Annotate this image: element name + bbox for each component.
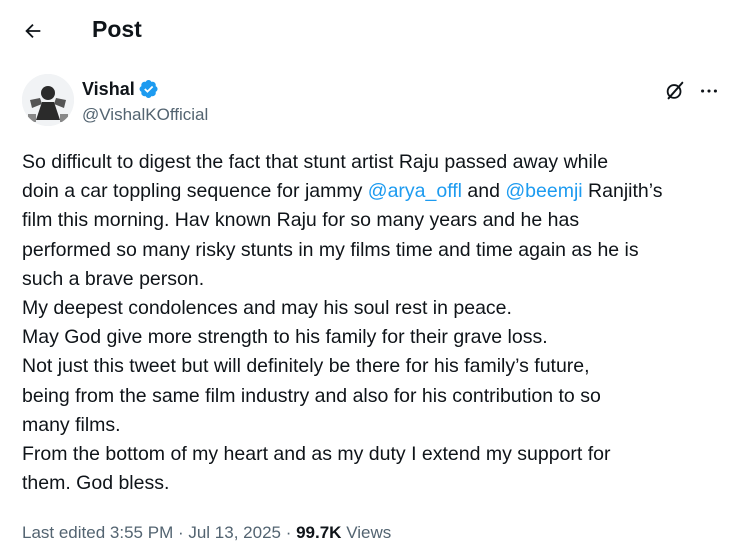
tweet-text-segment: doin a car toppling sequence for jammy <box>22 180 368 203</box>
tweet-line: performed so many risky stunts in my fil… <box>22 238 639 261</box>
mention-link-arya[interactable]: @arya_offl <box>368 180 462 202</box>
tweet-line: doin a car toppling sequence for jammy @… <box>22 177 727 206</box>
meta-separator: · <box>280 523 297 542</box>
tweet-line: My deepest condolences and may his soul … <box>22 297 512 320</box>
avatar[interactable] <box>22 74 74 126</box>
tweet-line: May God give more strength to his family… <box>22 326 548 349</box>
post-meta: Last edited 3:55 PM · Jul 13, 2025 · 99.… <box>22 522 391 544</box>
views-count: 99.7K <box>296 523 342 542</box>
more-button[interactable] <box>694 78 724 104</box>
avatar-image <box>22 74 74 126</box>
tweet-line: them. God bless. <box>22 472 170 495</box>
tweet-line: being from the same film industry and al… <box>22 384 601 407</box>
tweet-line: such a brave person. <box>22 267 205 290</box>
name-row: Vishal <box>82 78 159 100</box>
meta-separator: · <box>173 523 189 542</box>
post-header: Post <box>0 0 742 60</box>
mention-link-beemji[interactable]: @beemji <box>505 180 582 202</box>
back-button[interactable] <box>14 12 52 50</box>
author-block: Vishal @VishalKOfficial <box>22 72 722 132</box>
tweet-line: many films. <box>22 413 121 436</box>
grok-icon <box>666 81 684 100</box>
author-handle[interactable]: @VishalKOfficial <box>82 104 208 126</box>
post-date[interactable]: Jul 13, 2025 <box>188 523 281 542</box>
views-label: Views <box>346 523 392 542</box>
tweet-line: film this morning. Hav known Raju for so… <box>22 209 580 232</box>
edited-label[interactable]: Last edited <box>22 523 105 542</box>
tweet-line: So difficult to digest the fact that stu… <box>22 151 609 173</box>
page-title: Post <box>92 16 142 42</box>
tweet-line: Not just this tweet but will definitely … <box>22 355 590 378</box>
verified-badge-icon[interactable] <box>139 79 159 99</box>
arrow-left-icon <box>25 23 41 39</box>
tweet-line: From the bottom of my heart and as my du… <box>22 443 611 466</box>
grok-button[interactable] <box>662 78 688 104</box>
more-icon <box>701 89 717 93</box>
tweet-text-segment: and <box>462 180 506 203</box>
author-name[interactable]: Vishal <box>82 78 135 100</box>
post-time[interactable]: 3:55 PM <box>110 523 173 542</box>
tweet-text: So difficult to digest the fact that stu… <box>22 148 727 498</box>
tweet-text-segment: Ranjith’s <box>582 180 663 203</box>
